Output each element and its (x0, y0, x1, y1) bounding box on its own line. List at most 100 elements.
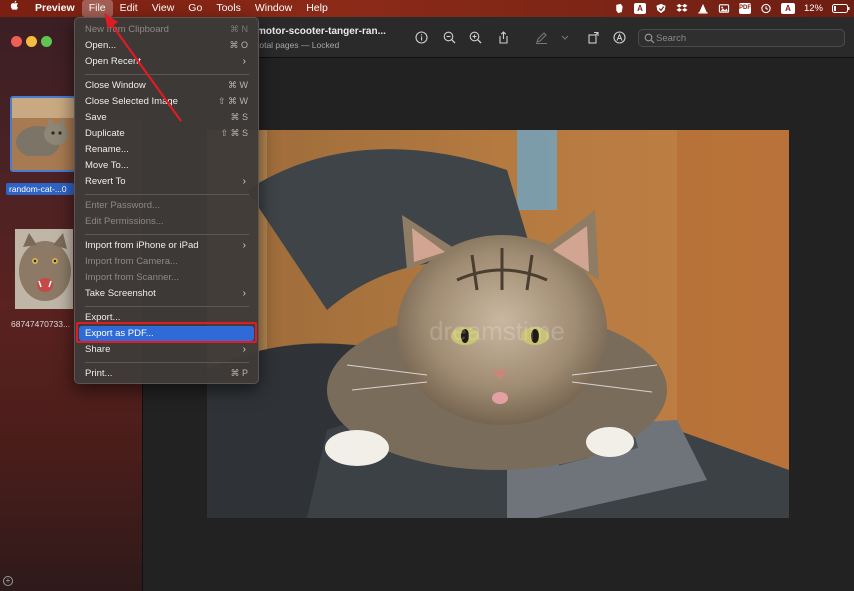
menu-bar: Preview File Edit View Go Tools Window H… (0, 0, 854, 17)
shield-icon[interactable] (655, 3, 667, 14)
chevron-right-icon: › (242, 344, 246, 355)
menu-item-edit-permissions[interactable]: Edit Permissions... (79, 214, 254, 229)
file-menu-dropdown: New from Clipboard ⌘ N Open... ⌘ O Open Re… (74, 17, 259, 384)
menu-item-close-window[interactable]: Close Window ⌘ W (79, 78, 254, 93)
evernote-icon[interactable] (613, 3, 625, 14)
menu-item-label: Duplicate (85, 128, 125, 139)
chevron-right-icon: › (242, 176, 246, 187)
menu-help[interactable]: Help (299, 0, 335, 17)
menu-separator (85, 74, 249, 75)
share-icon[interactable] (497, 31, 510, 44)
menu-item-label: Open Recent (85, 56, 141, 67)
menu-separator (85, 234, 249, 235)
menu-item-print[interactable]: Print... ⌘ P (79, 366, 254, 381)
menu-item-label: Enter Password... (85, 200, 160, 211)
shortcut-label: ⇧ ⌘ W (217, 96, 248, 106)
menu-item-label: Import from Camera... (85, 256, 178, 267)
vlc-icon[interactable] (697, 3, 709, 14)
battery-percent: 12% (803, 3, 823, 14)
thumbnail-image-2[interactable] (15, 229, 73, 309)
svg-text:dreamstime: dreamstime (429, 316, 565, 346)
menu-item-move-to[interactable]: Move To... (79, 158, 254, 173)
menu-item-enter-password[interactable]: Enter Password... (79, 198, 254, 213)
menu-item-label: Revert To (85, 176, 126, 187)
menu-item-open-recent[interactable]: Open Recent › (79, 54, 254, 69)
thumbnail-label-2[interactable]: 68747470733... (11, 319, 70, 329)
menu-item-take-screenshot[interactable]: Take Screenshot › (79, 286, 254, 301)
menu-item-label: Save (85, 112, 107, 123)
menu-file[interactable]: File (81, 0, 113, 17)
chevron-right-icon: › (242, 56, 246, 67)
menu-item-close-selected-image[interactable]: Close Selected Image ⇧ ⌘ W (79, 94, 254, 109)
document-title[interactable]: motor-scooter-tanger-ran... (257, 26, 386, 37)
minimize-window-button[interactable] (26, 36, 37, 47)
chevron-right-icon: › (242, 240, 246, 251)
add-page-icon[interactable]: + (3, 576, 13, 586)
cat-photo: dreamstime (207, 130, 789, 518)
shortcut-label: ⌘ W (228, 80, 248, 90)
menu-edit[interactable]: Edit (113, 0, 145, 17)
document-subtitle: total pages — Locked (257, 40, 340, 50)
chevron-down-icon[interactable] (561, 31, 569, 44)
status-area: A PDF A 12% (613, 0, 850, 17)
info-icon[interactable] (415, 31, 428, 44)
menu-item-label: Import from Scanner... (85, 272, 179, 283)
menu-item-export-as-pdf[interactable]: Export as PDF... (79, 326, 254, 341)
shortcut-label: ⌘ S (230, 112, 248, 122)
menu-item-label: Rename... (85, 144, 129, 155)
menu-item-label: Open... (85, 40, 117, 51)
menu-item-import-from-iphone[interactable]: Import from iPhone or iPad › (79, 238, 254, 253)
menu-item-label: Print... (85, 368, 113, 379)
menu-item-label: Edit Permissions... (85, 216, 164, 227)
menu-item-import-from-scanner[interactable]: Import from Scanner... (79, 270, 254, 285)
apple-menu-icon[interactable] (0, 0, 28, 17)
menu-item-label: Share (85, 344, 111, 355)
menu-app-name[interactable]: Preview (28, 0, 82, 17)
menu-item-save[interactable]: Save ⌘ S (79, 110, 254, 125)
battery-icon[interactable] (832, 3, 850, 14)
menu-go[interactable]: Go (181, 0, 209, 17)
menu-item-rename[interactable]: Rename... (79, 142, 254, 157)
menu-item-label: Move To... (85, 160, 129, 171)
menu-item-label: Close Selected Image (85, 96, 178, 107)
menu-item-label: Close Window (85, 80, 146, 91)
menu-item-duplicate[interactable]: Duplicate ⇧ ⌘ S (79, 126, 254, 141)
menu-item-label: New from Clipboard (85, 24, 169, 35)
rotate-icon[interactable] (587, 31, 600, 44)
menu-separator (85, 194, 249, 195)
search-input[interactable] (656, 31, 836, 45)
time-machine-icon[interactable] (760, 3, 772, 14)
photo-icon[interactable] (718, 3, 730, 14)
shortcut-label: ⇧ ⌘ S (220, 128, 248, 138)
shortcut-label: ⌘ P (230, 368, 248, 378)
menu-item-export[interactable]: Export... (79, 310, 254, 325)
menu-item-revert-to[interactable]: Revert To › (79, 174, 254, 189)
zoom-out-icon[interactable] (443, 31, 456, 44)
shortcut-label: ⌘ O (229, 40, 248, 50)
menu-view[interactable]: View (145, 0, 182, 17)
menu-item-open[interactable]: Open... ⌘ O (79, 38, 254, 53)
close-window-button[interactable] (11, 36, 22, 47)
status-a-badge[interactable]: A (633, 3, 646, 14)
thumbnail-image-1[interactable] (10, 96, 76, 172)
input-source-badge[interactable]: A (780, 3, 795, 14)
search-field[interactable] (638, 29, 845, 47)
menu-separator (85, 306, 249, 307)
search-icon (644, 33, 655, 44)
annotate-icon[interactable] (613, 31, 626, 44)
zoom-window-button[interactable] (41, 36, 52, 47)
pdf-badge-icon[interactable]: PDF (738, 3, 751, 14)
menu-separator (85, 362, 249, 363)
menu-tools[interactable]: Tools (209, 0, 248, 17)
zoom-in-icon[interactable] (469, 31, 482, 44)
chevron-right-icon: › (242, 288, 246, 299)
menu-item-label: Take Screenshot (85, 288, 156, 299)
menu-item-import-from-camera[interactable]: Import from Camera... (79, 254, 254, 269)
menu-window[interactable]: Window (248, 0, 299, 17)
menu-item-new-from-clipboard[interactable]: New from Clipboard ⌘ N (79, 22, 254, 37)
menu-item-label: Export... (85, 312, 121, 323)
dropbox-icon[interactable] (676, 3, 688, 14)
menu-item-share[interactable]: Share › (79, 342, 254, 357)
markup-pen-icon[interactable] (535, 31, 548, 44)
thumbnail-label-1[interactable]: random-cat-...0 (6, 183, 74, 195)
